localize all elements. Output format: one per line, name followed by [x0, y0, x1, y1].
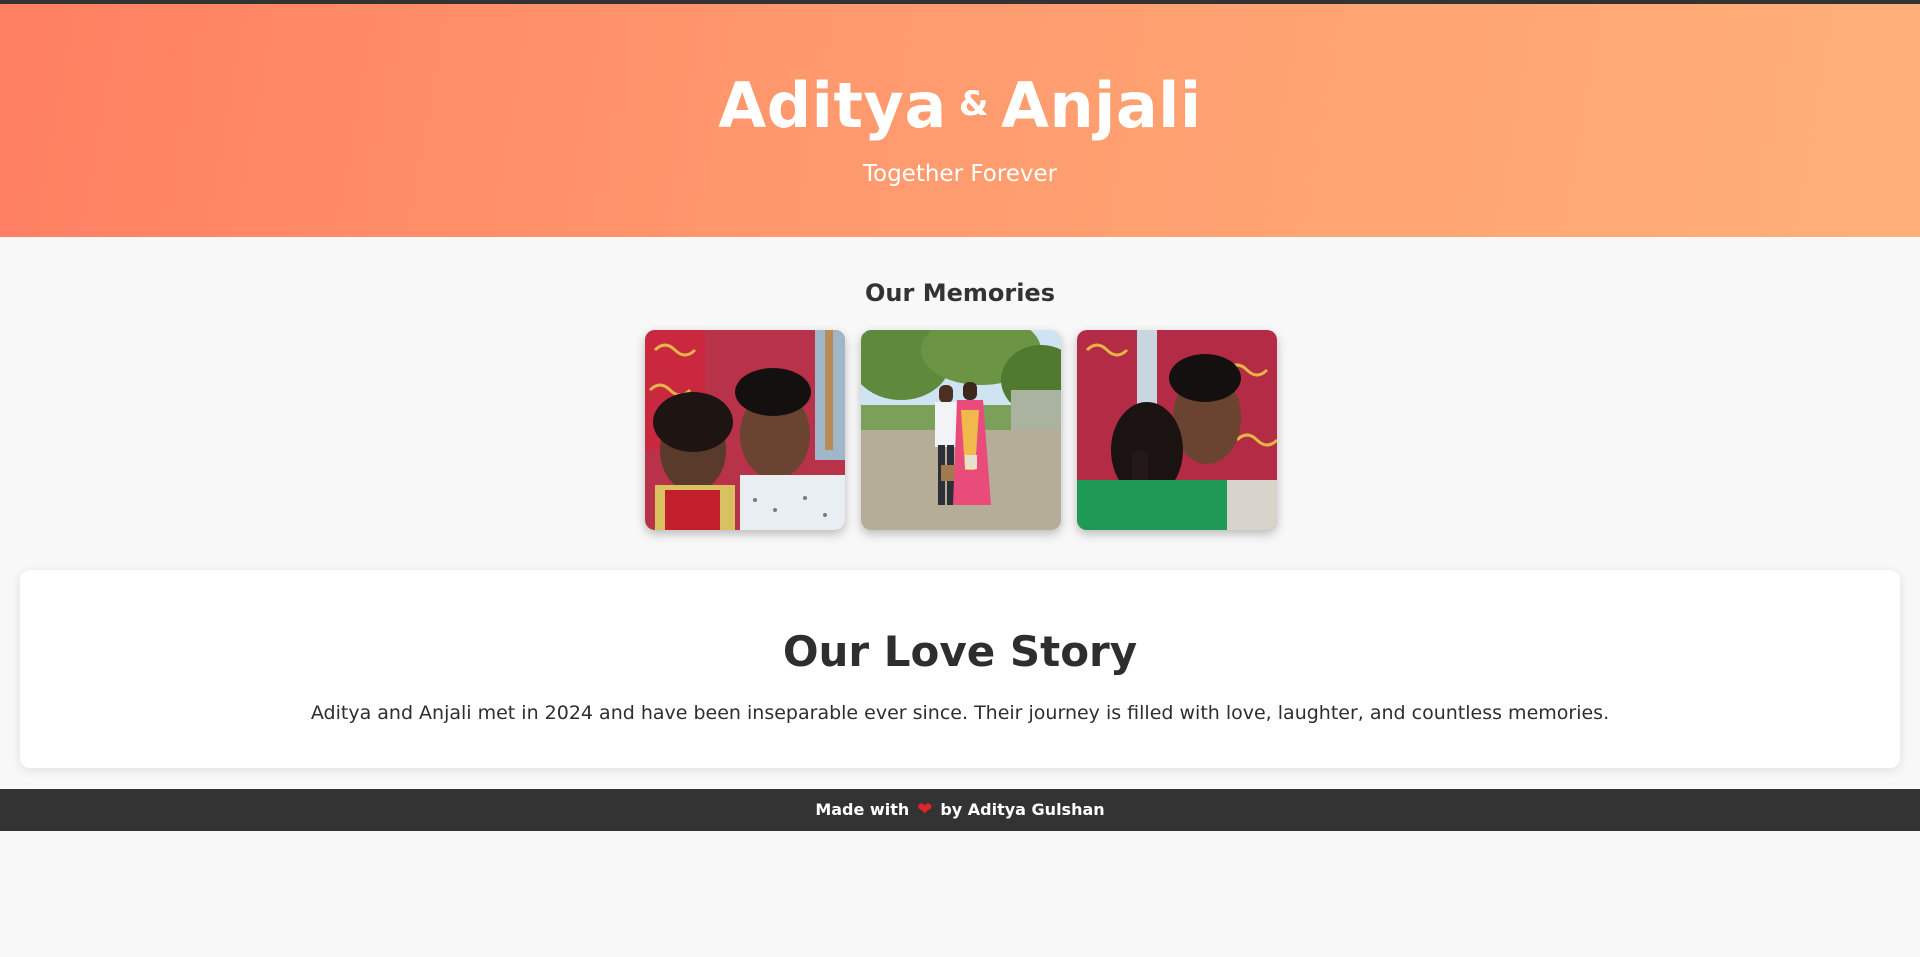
- name-right: Anjali: [1000, 69, 1202, 142]
- footer-suffix: by Aditya Gulshan: [940, 800, 1105, 819]
- photo-1-image: [645, 330, 845, 530]
- couple-title: Aditya & Anjali: [0, 66, 1920, 144]
- ampersand: &: [958, 84, 989, 124]
- footer-prefix: Made with: [815, 800, 910, 819]
- love-story-card: Our Love Story Aditya and Anjali met in …: [20, 570, 1900, 768]
- story-title: Our Love Story: [782, 627, 1138, 676]
- hero-subtitle: Together Forever: [862, 161, 1058, 187]
- story-text: Aditya and Anjali met in 2024 and have b…: [310, 702, 1610, 724]
- name-left: Aditya: [718, 69, 947, 142]
- memories-title: Our Memories: [865, 279, 1055, 307]
- photo-3-image: [1077, 330, 1277, 530]
- heart-icon: ❤: [917, 799, 933, 820]
- photo-gallery: [645, 330, 1277, 530]
- memory-photo-3[interactable]: [1077, 330, 1277, 530]
- hero-banner: Aditya & Anjali Together Forever: [0, 4, 1920, 237]
- memory-photo-1[interactable]: [645, 330, 845, 530]
- footer: Made with ❤ by Aditya Gulshan: [0, 789, 1920, 831]
- memory-photo-2[interactable]: [861, 330, 1061, 530]
- photo-2-image: [861, 330, 1061, 530]
